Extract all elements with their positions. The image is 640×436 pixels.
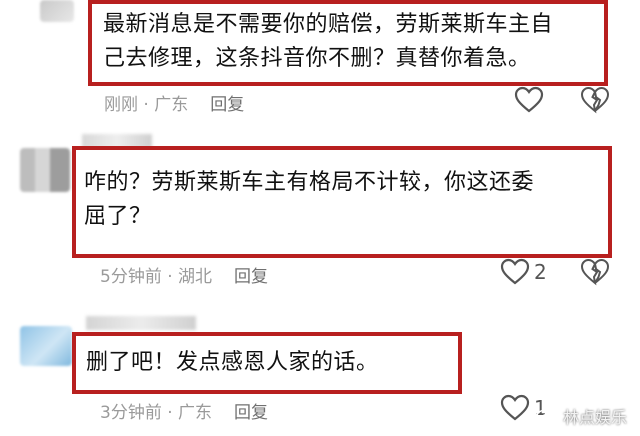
broken-heart-icon — [580, 258, 610, 286]
comment-meta: 3分钟前 · 广东 回复 — [100, 398, 268, 423]
comment-text: 删了吧！发点感恩人家的话。 — [86, 350, 379, 375]
username[interactable] — [86, 316, 196, 330]
comment-time-location: 5分钟前 · 湖北 — [100, 267, 213, 287]
heart-icon — [500, 258, 530, 286]
reply-button[interactable]: 回复 — [234, 403, 268, 423]
dislike-button[interactable] — [580, 86, 610, 114]
heart-icon — [500, 394, 530, 422]
avatar[interactable] — [20, 148, 70, 192]
comment-2: 咋的？劳斯莱斯车主有格局不计较，你这还委 屈了？ 5分钟前 · 湖北 回复 2 — [0, 128, 640, 298]
like-button[interactable]: 2 — [500, 258, 547, 286]
dislike-button[interactable] — [580, 258, 610, 286]
like-button[interactable] — [514, 86, 548, 114]
comment-text: 最新消息是不需要你的赔偿，劳斯莱斯车主自 己去修理，这条抖音你不删？真替你着急。 — [103, 12, 554, 71]
watermark: 林点娱乐 — [536, 404, 627, 428]
reply-button[interactable]: 回复 — [234, 267, 268, 287]
comment-time-location: 刚刚 · 广东 — [104, 95, 189, 115]
comment-time-location: 3分钟前 · 广东 — [100, 403, 213, 423]
broken-heart-icon — [580, 86, 610, 114]
heart-icon — [514, 86, 544, 114]
avatar[interactable] — [20, 326, 72, 366]
comment-text: 咋的？劳斯莱斯车主有格局不计较，你这还委 屈了？ — [84, 170, 535, 229]
reply-button[interactable]: 回复 — [210, 95, 244, 115]
avatar[interactable] — [40, 0, 74, 22]
comment-meta: 刚刚 · 广东 回复 — [104, 90, 244, 115]
comment-meta: 5分钟前 · 湖北 回复 — [100, 262, 268, 287]
watermark-text: 林点娱乐 — [563, 408, 628, 427]
comment-1: 最新消息是不需要你的赔偿，劳斯莱斯车主自 己去修理，这条抖音你不删？真替你着急。… — [0, 0, 640, 120]
weibo-logo-icon — [536, 405, 558, 427]
like-count: 2 — [534, 260, 547, 284]
